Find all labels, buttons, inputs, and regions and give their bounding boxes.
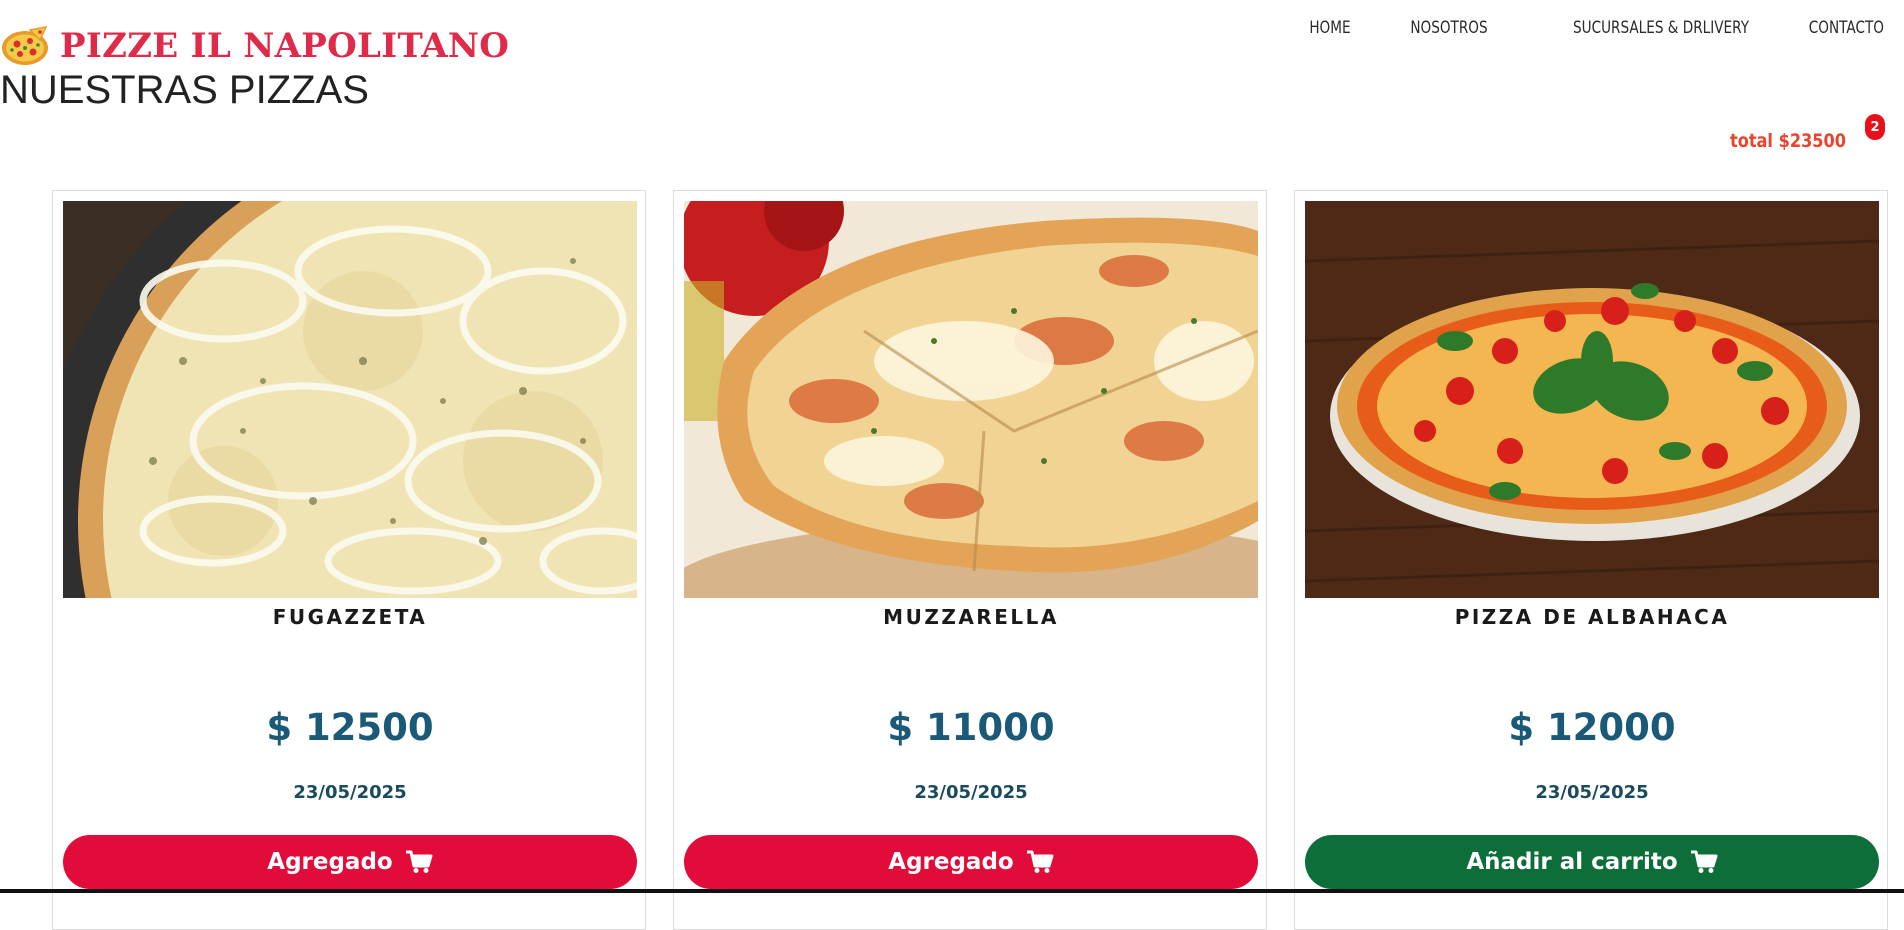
nav-contacto[interactable]: CONTACTO	[1809, 18, 1884, 38]
product-price: $ 12000	[1508, 706, 1676, 749]
main-nav: HOME NOSOTROS SUCURSALES & DRLIVERY CONT…	[1299, 18, 1884, 38]
product-price: $ 11000	[887, 706, 1055, 749]
product-date: 23/05/2025	[1535, 782, 1649, 803]
page-bottom-divider	[0, 889, 1904, 893]
added-button[interactable]: Agregado	[63, 835, 637, 889]
product-name: MUZZARELLA	[883, 605, 1059, 629]
cart-total[interactable]: total $23500	[1730, 130, 1846, 152]
product-image-pizza-de-albahaca[interactable]	[1305, 201, 1879, 598]
product-name: PIZZA DE ALBAHACA	[1454, 605, 1730, 629]
button-label: Agregado	[888, 849, 1014, 875]
page-title: NUESTRAS PIZZAS	[0, 68, 369, 112]
product-card-fugazzeta: FUGAZZETA $ 12500 23/05/2025 Agregado	[52, 190, 646, 930]
product-price: $ 12500	[266, 706, 434, 749]
product-image-fugazzeta[interactable]	[63, 201, 637, 598]
brand-logo[interactable]: PIZZE IL NAPOLITANO	[0, 24, 509, 68]
product-date: 23/05/2025	[293, 782, 407, 803]
button-label: Agregado	[267, 849, 393, 875]
nav-home[interactable]: HOME	[1309, 18, 1350, 38]
product-name: FUGAZZETA	[272, 605, 428, 629]
nav-sucursales-delivery[interactable]: SUCURSALES & DRLIVERY	[1573, 18, 1749, 38]
product-card-pizza-de-albahaca: PIZZA DE ALBAHACA $ 12000 23/05/2025 Aña…	[1294, 190, 1888, 930]
product-image-muzzarella-art	[684, 201, 1258, 598]
add-to-cart-button[interactable]: Añadir al carrito	[1305, 835, 1879, 889]
product-card-muzzarella: MUZZARELLA $ 11000 23/05/2025 Agregado	[673, 190, 1267, 930]
cart-icon	[1690, 850, 1718, 873]
cart-icon	[405, 850, 433, 873]
brand-name: PIZZE IL NAPOLITANO	[60, 26, 510, 66]
product-image-muzzarella[interactable]	[684, 201, 1258, 598]
button-label: Añadir al carrito	[1466, 849, 1678, 875]
product-date: 23/05/2025	[914, 782, 1028, 803]
added-button[interactable]: Agregado	[684, 835, 1258, 889]
cart-count-badge: 2	[1865, 114, 1885, 140]
pizza-icon	[2, 25, 48, 65]
product-image-pizza-de-albahaca-art	[1305, 201, 1879, 598]
nav-nosotros[interactable]: NOSOTROS	[1411, 18, 1488, 38]
product-image-fugazzeta-art	[63, 201, 637, 598]
cart-icon	[1026, 850, 1054, 873]
